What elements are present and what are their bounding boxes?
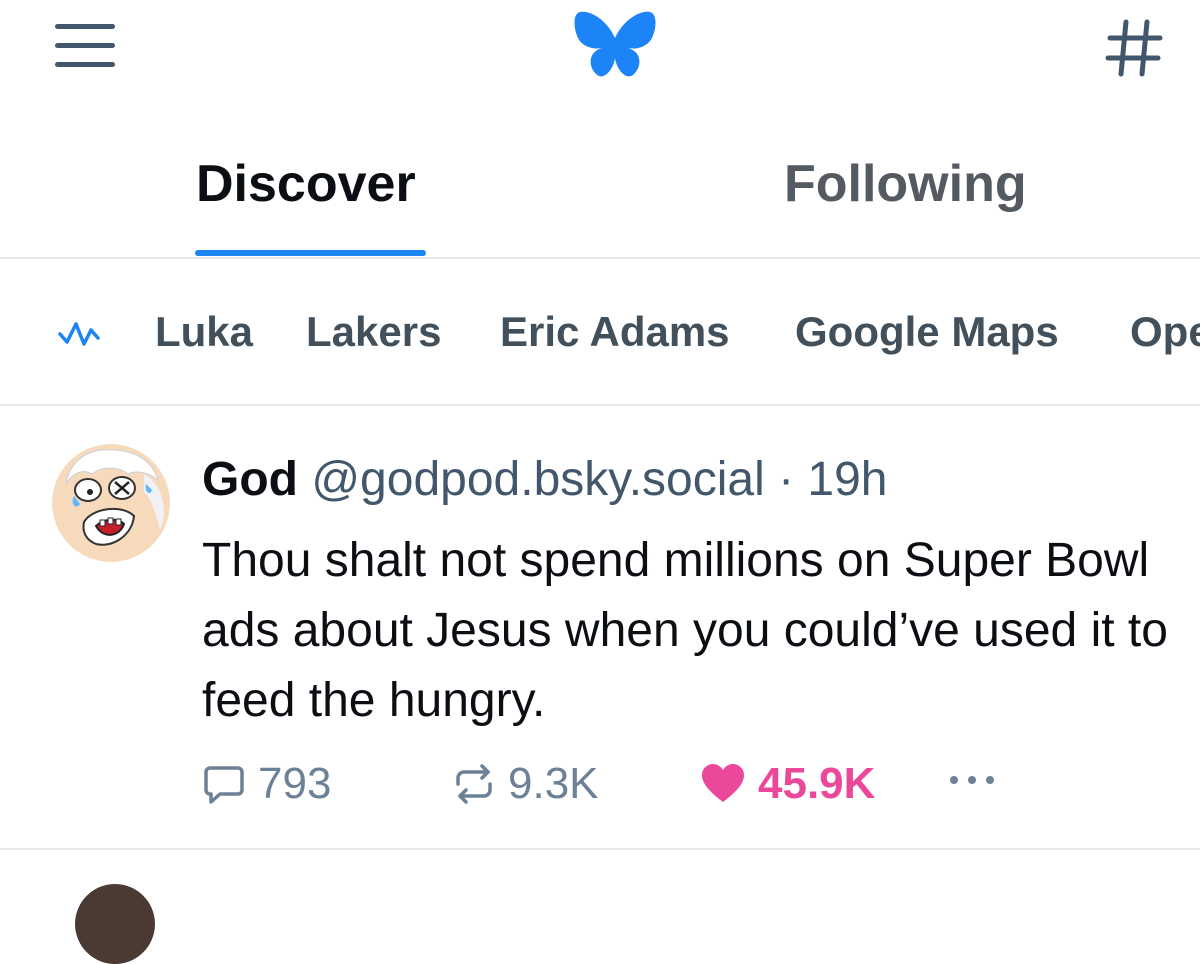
reply-button[interactable]: 793 — [202, 754, 331, 814]
trending-topic-luka[interactable]: Luka — [155, 308, 253, 356]
post-separator: · — [764, 453, 808, 506]
active-tab-indicator — [195, 250, 426, 256]
hashtag-icon[interactable] — [1104, 18, 1164, 78]
butterfly-logo-icon[interactable] — [570, 6, 660, 86]
like-button[interactable]: 45.9K — [700, 754, 875, 814]
trending-topic-eric-adams[interactable]: Eric Adams — [500, 308, 730, 356]
author-handle[interactable]: @godpod.bsky.social — [311, 453, 764, 506]
tab-following[interactable]: Following — [784, 154, 1027, 214]
reply-count: 793 — [258, 759, 332, 808]
post-header: God @godpod.bsky.social · 19h — [202, 452, 888, 507]
tab-discover[interactable]: Discover — [196, 154, 416, 214]
post-text: Thou shalt not spend millions on Super B… — [202, 534, 1168, 727]
repost-icon — [456, 764, 492, 804]
trending-topic-ope[interactable]: Ope — [1130, 308, 1200, 356]
heart-icon — [702, 764, 744, 802]
post-timestamp[interactable]: 19h — [807, 453, 887, 506]
next-post-avatar[interactable] — [75, 884, 155, 964]
menu-icon[interactable] — [55, 24, 115, 68]
post-actions: 793 9.3K 45.9K — [0, 754, 1200, 814]
feed-tabs: Discover Following — [0, 130, 1200, 259]
avatar[interactable] — [52, 444, 170, 562]
author-name[interactable]: God — [202, 453, 298, 506]
top-bar — [0, 0, 1200, 120]
trending-topic-google-maps[interactable]: Google Maps — [795, 308, 1059, 356]
trending-topic-lakers[interactable]: Lakers — [306, 308, 441, 356]
more-options-icon[interactable] — [940, 760, 1004, 800]
like-count: 45.9K — [758, 759, 876, 808]
trending-icon — [58, 322, 100, 346]
reply-icon — [204, 766, 244, 804]
feed-post[interactable]: God @godpod.bsky.social · 19h Thou shalt… — [0, 406, 1200, 850]
trending-bar: Luka Lakers Eric Adams Google Maps Ope — [0, 258, 1200, 406]
repost-count: 9.3K — [508, 759, 599, 808]
repost-button[interactable]: 9.3K — [452, 754, 599, 814]
